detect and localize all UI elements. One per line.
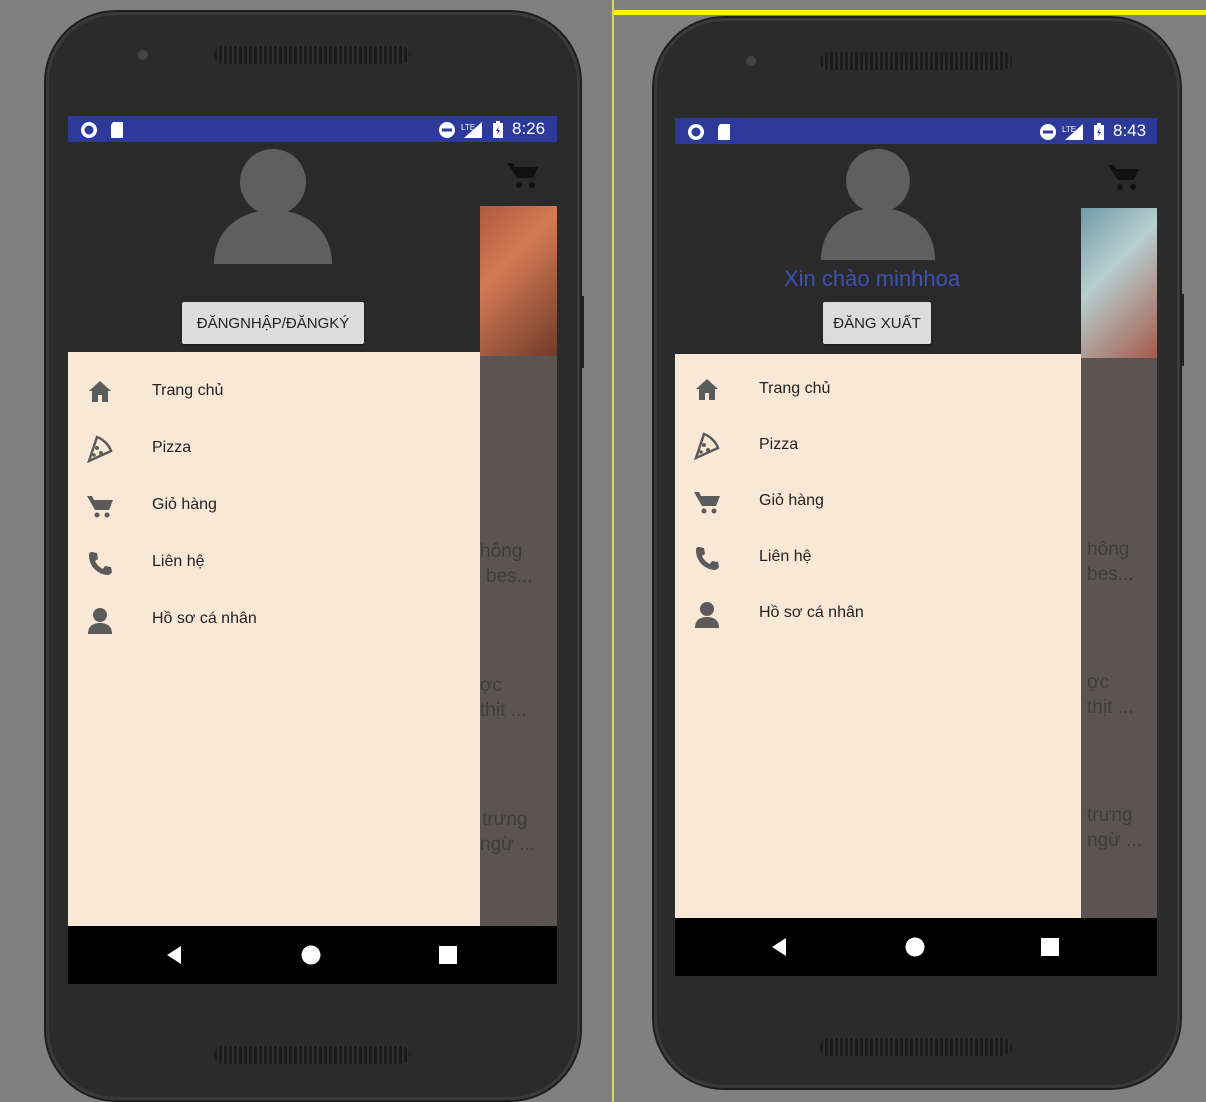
promo-banner[interactable] xyxy=(1081,208,1157,358)
navigation-drawer: Xin chào minhhoa ĐĂNG XUẤT Trang chủ Piz… xyxy=(675,144,1081,918)
home-icon xyxy=(696,379,718,400)
cart-icon xyxy=(87,496,113,518)
menu-item-contact[interactable]: Liên hệ xyxy=(68,535,480,591)
status-time: 8:26 xyxy=(512,119,546,138)
menu-label: Giỏ hàng xyxy=(152,496,217,513)
screen-left: LTE 8:26 hông bes... ợc thịt ... trưng n… xyxy=(68,116,557,984)
do-not-disturb-icon xyxy=(439,122,455,138)
recents-icon[interactable] xyxy=(438,945,458,965)
toolbar-cart-icon[interactable] xyxy=(506,160,540,190)
android-nav-bar xyxy=(68,926,557,984)
menu-item-home[interactable]: Trang chủ xyxy=(675,362,1081,418)
front-camera xyxy=(138,50,148,60)
menu-label: Giỏ hàng xyxy=(759,492,824,509)
home-icon xyxy=(89,381,111,402)
promo-banner[interactable] xyxy=(468,206,557,356)
background-text: ngừ ... xyxy=(1087,830,1142,851)
avatar-icon xyxy=(820,148,936,261)
background-text: hông xyxy=(480,541,523,562)
phone-icon xyxy=(696,547,719,570)
home-circle-icon[interactable] xyxy=(905,937,925,957)
sdcard-icon xyxy=(111,122,123,138)
background-text: ngừ ... xyxy=(480,834,535,855)
lte-signal-icon: LTE xyxy=(461,122,482,138)
toolbar-cart-icon[interactable] xyxy=(1107,162,1141,192)
menu-item-profile[interactable]: Hồ sơ cá nhân xyxy=(675,586,1081,642)
front-camera xyxy=(746,56,756,66)
greeting-text: Xin chào minhhoa xyxy=(784,266,961,291)
status-bar: LTE 8:26 xyxy=(68,116,557,142)
side-button xyxy=(580,296,584,368)
pizza-icon xyxy=(87,435,113,463)
background-text: ợc xyxy=(480,675,502,696)
menu-label: Pizza xyxy=(152,439,192,456)
phone-icon xyxy=(89,552,112,575)
background-text: trưng xyxy=(1087,805,1133,826)
svg-text:LTE: LTE xyxy=(1062,125,1076,134)
status-time: 8:43 xyxy=(1113,121,1147,140)
record-icon xyxy=(688,124,704,140)
screen-right: LTE 8:43 hông bes... ợc thịt ... trưng n… xyxy=(675,118,1157,976)
menu-label: Trang chủ xyxy=(152,382,224,399)
bottom-speaker xyxy=(820,1038,1012,1056)
svg-text:LTE: LTE xyxy=(461,123,475,132)
home-circle-icon[interactable] xyxy=(301,945,321,965)
background-text: thịt ... xyxy=(1087,697,1134,718)
menu-item-home[interactable]: Trang chủ xyxy=(68,364,480,420)
navigation-drawer: ĐĂNGNHẬP/ĐĂNGKÝ Trang chủ Pizza Giỏ hàng… xyxy=(68,142,480,926)
do-not-disturb-icon xyxy=(1040,124,1056,140)
top-speaker xyxy=(820,52,1012,70)
background-text: bes... xyxy=(486,566,533,587)
lte-signal-icon: LTE xyxy=(1062,124,1083,140)
right-panel: LTE 8:43 hông bes... ợc thịt ... trưng n… xyxy=(614,0,1206,1102)
top-speaker xyxy=(214,46,410,64)
battery-icon xyxy=(1094,123,1104,140)
sdcard-icon xyxy=(718,124,730,140)
avatar-icon xyxy=(214,149,332,264)
recents-icon[interactable] xyxy=(1040,937,1060,957)
menu-item-pizza[interactable]: Pizza xyxy=(68,421,480,477)
background-text: bes... xyxy=(1087,564,1134,585)
selection-highlight xyxy=(614,10,1206,15)
login-register-button[interactable]: ĐĂNGNHẬP/ĐĂNGKÝ xyxy=(182,302,364,344)
record-icon xyxy=(81,122,97,138)
menu-item-cart[interactable]: Giỏ hàng xyxy=(68,478,480,534)
background-text: thịt ... xyxy=(480,700,527,721)
menu-label: Hồ sơ cá nhân xyxy=(152,610,257,627)
background-text: hông xyxy=(1087,539,1130,560)
menu-label: Trang chủ xyxy=(759,380,831,397)
background-text: ợc xyxy=(1087,672,1109,693)
menu-label: Liên hệ xyxy=(759,548,812,565)
back-icon[interactable] xyxy=(769,937,789,957)
menu-label: Pizza xyxy=(759,436,799,453)
back-icon[interactable] xyxy=(164,945,184,965)
android-nav-bar xyxy=(675,918,1157,976)
status-bar: LTE 8:43 xyxy=(675,118,1157,144)
menu-item-cart[interactable]: Giỏ hàng xyxy=(675,474,1081,530)
menu-label: Liên hệ xyxy=(152,553,205,570)
drawer-header: ĐĂNGNHẬP/ĐĂNGKÝ xyxy=(68,142,480,352)
background-text: trưng xyxy=(482,809,528,830)
menu-label: Hồ sơ cá nhân xyxy=(759,604,864,621)
menu-item-profile[interactable]: Hồ sơ cá nhân xyxy=(68,592,480,648)
menu-item-contact[interactable]: Liên hệ xyxy=(675,530,1081,586)
left-panel: LTE 8:26 hông bes... ợc thịt ... trưng n… xyxy=(0,0,612,1102)
pizza-icon xyxy=(694,432,720,460)
battery-icon xyxy=(493,121,503,138)
person-icon xyxy=(88,608,112,634)
cart-icon xyxy=(694,492,720,514)
side-button xyxy=(1180,294,1184,366)
logout-button[interactable]: ĐĂNG XUẤT xyxy=(823,302,931,344)
person-icon xyxy=(695,602,719,628)
menu-item-pizza[interactable]: Pizza xyxy=(675,418,1081,474)
bottom-speaker xyxy=(214,1046,410,1064)
drawer-header: Xin chào minhhoa ĐĂNG XUẤT xyxy=(675,144,1081,354)
